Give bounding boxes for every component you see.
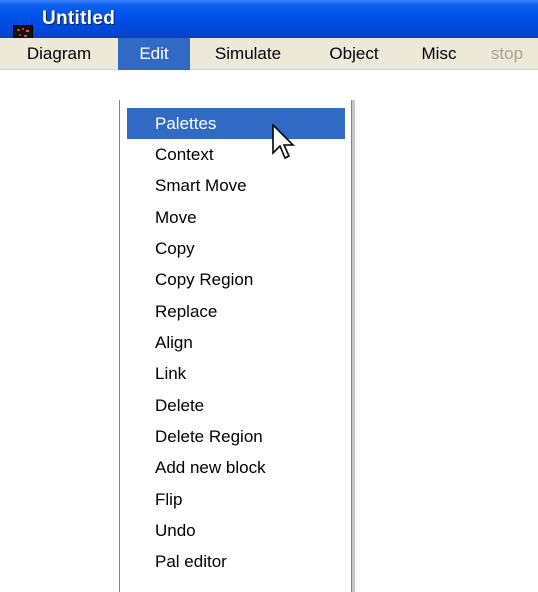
menu-item-label: Link [155, 364, 187, 383]
menu-item-smart-move[interactable]: Smart Move [127, 170, 345, 201]
edit-dropdown-menu: Palettes Context Smart Move Move Copy Co… [119, 100, 352, 592]
menu-item-label: Smart Move [155, 176, 247, 195]
window-title: Untitled [42, 8, 116, 29]
menu-item-label: Replace [155, 302, 218, 321]
menu-item-label: Palettes [155, 114, 217, 133]
menu-item-undo[interactable]: Undo [127, 515, 345, 546]
menu-item-label: Copy [155, 239, 195, 258]
title-bar[interactable]: Untitled [0, 0, 538, 44]
menu-item-move[interactable]: Move [127, 202, 345, 233]
menu-object[interactable]: Object [306, 38, 402, 70]
menu-item-label: Copy Region [155, 270, 254, 289]
menu-item-context[interactable]: Context [127, 139, 345, 170]
menu-item-palettes[interactable]: Palettes [127, 108, 345, 139]
menu-item-replace[interactable]: Replace [127, 296, 345, 327]
menu-item-delete[interactable]: Delete [127, 390, 345, 421]
menu-diagram[interactable]: Diagram [0, 38, 118, 70]
menu-item-label: Add new block [155, 458, 266, 477]
menu-item-add-new-block[interactable]: Add new block [127, 452, 345, 483]
menu-item-copy-region[interactable]: Copy Region [127, 264, 345, 295]
menu-item-copy[interactable]: Copy [127, 233, 345, 264]
menu-edit[interactable]: Edit [118, 38, 190, 70]
menu-simulate[interactable]: Simulate [190, 38, 306, 70]
menu-item-label: Delete [155, 396, 205, 415]
menu-misc[interactable]: Misc [402, 38, 476, 70]
menu-item-link[interactable]: Link [127, 358, 345, 389]
menu-item-label: Delete Region [155, 427, 263, 446]
menu-item-label: Align [155, 333, 193, 352]
menu-item-label: Flip [155, 490, 183, 509]
menu-item-label: Move [155, 208, 197, 227]
menu-bar: Diagram Edit Simulate Object Misc stop [0, 38, 538, 70]
menu-item-label: Context [155, 145, 214, 164]
menu-item-label: Pal editor [155, 552, 227, 571]
menu-item-delete-region[interactable]: Delete Region [127, 421, 345, 452]
menu-stop: stop [490, 44, 524, 63]
menu-item-label: Undo [155, 521, 196, 540]
menu-item-align[interactable]: Align [127, 327, 345, 358]
menu-item-pal-editor[interactable]: Pal editor [127, 546, 345, 577]
menu-item-flip[interactable]: Flip [127, 484, 345, 515]
